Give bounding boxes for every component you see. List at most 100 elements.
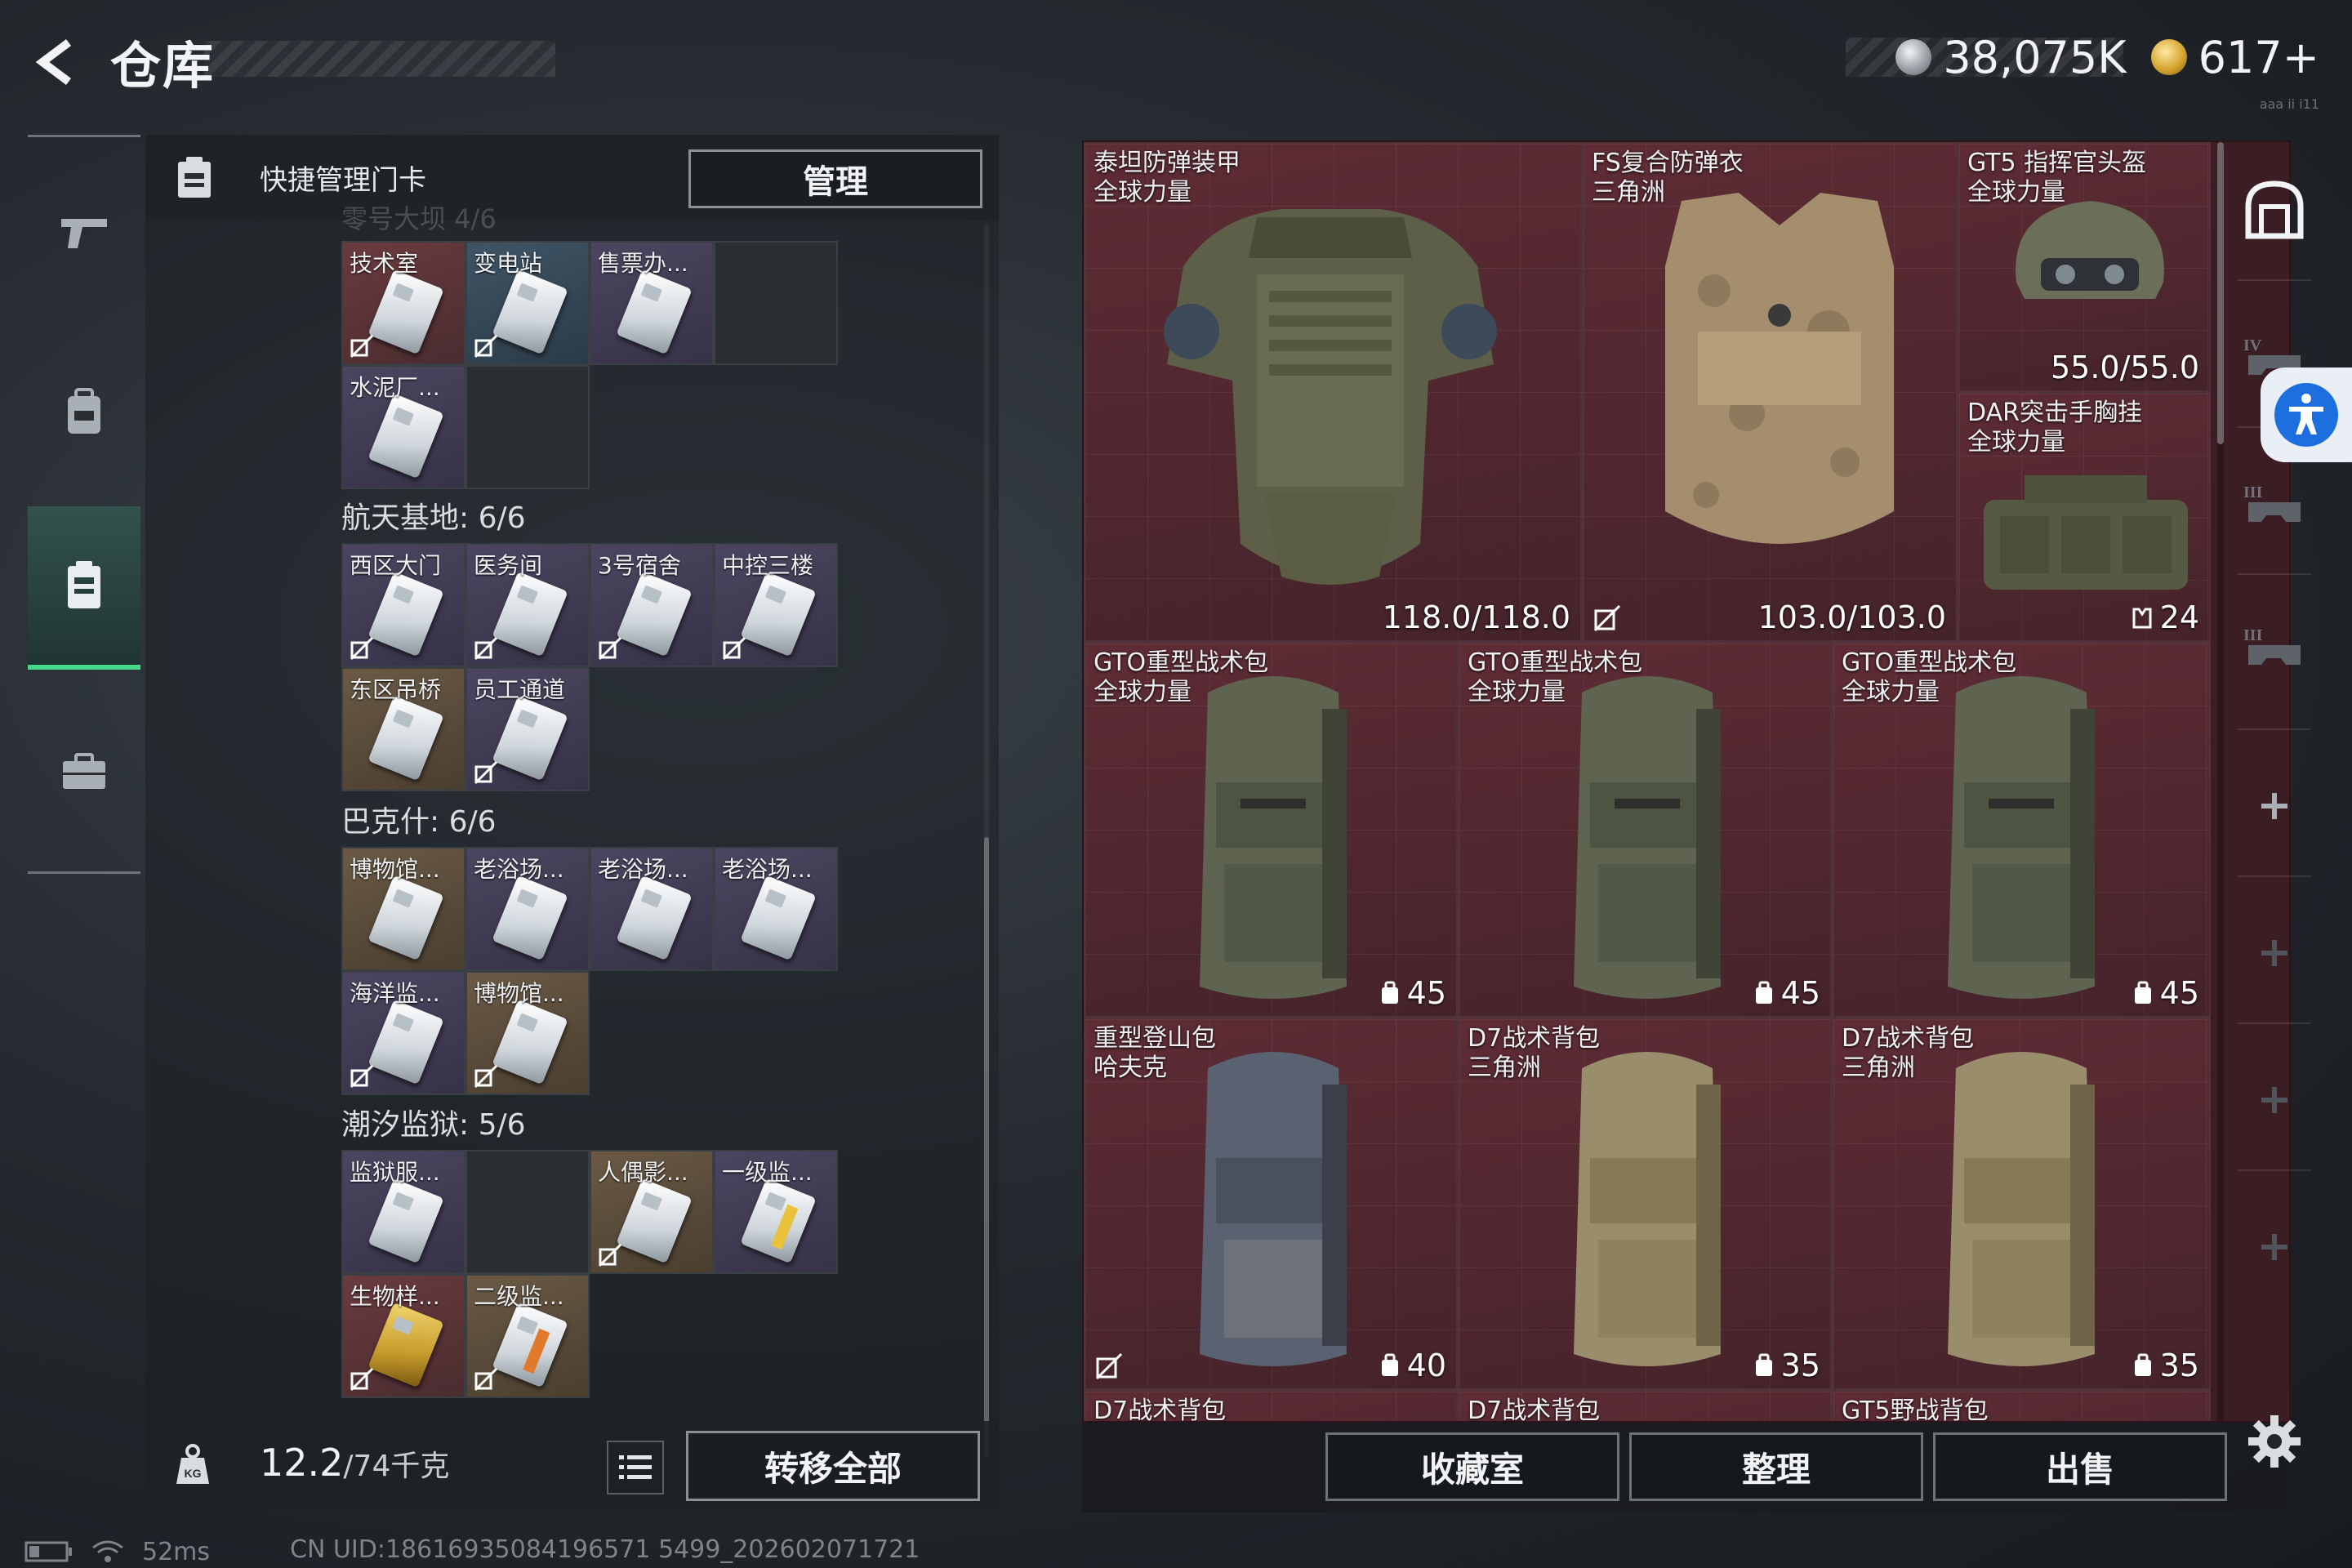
stash-item[interactable]: DAR突击手胸挂 全球力量 24 — [1958, 392, 2211, 642]
keycard-panel: 快捷管理门卡 管理 零号大坝 4/6 技术室 变电站 售票办... 水泥厂... 航天基… — [145, 135, 999, 1511]
stash-filter-helmet[interactable] — [2221, 149, 2328, 271]
keycard-slot[interactable]: 售票办... — [590, 241, 714, 365]
keycard-slot[interactable]: 老浴场... — [714, 847, 838, 971]
keycard-grid: 西区大门 医务间 3号宿舍 中控三楼东区吊桥 员工通道 — [341, 543, 838, 791]
keycard-name: 人偶影... — [598, 1159, 688, 1186]
version-mark: aaa ii i11 — [2259, 96, 2319, 112]
item-capacity: 45 — [1379, 975, 1446, 1011]
stash-item[interactable]: D7战术背包 — [1458, 1390, 1832, 1421]
manage-button[interactable]: 管理 — [688, 149, 982, 208]
keycard-image — [492, 269, 568, 355]
item-name: D7战术背包 三角洲 — [1842, 1024, 1975, 1082]
item-name: D7战术背包 — [1094, 1396, 1227, 1423]
keycard-slot[interactable]: 博物馆... — [466, 971, 590, 1095]
item-name: 重型登山包 哈夫克 — [1094, 1024, 1216, 1082]
backpack-icon — [68, 388, 100, 434]
stash-item[interactable]: D7战术背包 — [1084, 1390, 1458, 1423]
bound-icon — [350, 334, 374, 359]
item-name: 泰坦防弹装甲 全球力量 — [1094, 149, 1241, 207]
sidebar-divider — [2238, 573, 2311, 575]
keycard-slot[interactable]: 监狱服... — [341, 1150, 466, 1274]
bound-icon — [1095, 1352, 1123, 1380]
stash-item[interactable]: GTO重型战术包 全球力量 45 — [1832, 642, 2211, 1018]
add-stash-page-button[interactable] — [2221, 1039, 2328, 1161]
bound-icon — [598, 1243, 622, 1267]
keycard-name: 老浴场... — [598, 856, 688, 883]
svg-text:IV: IV — [2243, 336, 2262, 354]
stash-item[interactable]: GT5野战背包 — [1832, 1390, 2211, 1421]
keycard-slot[interactable]: 博物馆... — [341, 847, 466, 971]
collection-room-button[interactable]: 收藏室 — [1325, 1432, 1619, 1501]
bound-icon — [1593, 604, 1621, 632]
keycard-slot[interactable]: 海洋监... — [341, 971, 466, 1095]
silver-currency[interactable]: 38,075K — [1895, 32, 2127, 83]
backpack-capacity-icon — [1755, 1353, 1772, 1376]
list-view-button[interactable] — [607, 1441, 664, 1494]
keycard-slot[interactable]: 二级监... — [466, 1274, 590, 1398]
keycard-slot[interactable]: 老浴场... — [466, 847, 590, 971]
keycard-slot[interactable]: 水泥厂... — [341, 365, 466, 489]
keycard-slot[interactable]: 员工通道 — [466, 667, 590, 791]
add-stash-page-button[interactable] — [2221, 892, 2328, 1014]
organize-button[interactable]: 整理 — [1629, 1432, 1923, 1501]
keycard-slot[interactable]: 老浴场... — [590, 847, 714, 971]
stash-filter-armor-iii-2[interactable]: III — [2221, 586, 2328, 708]
stash-item[interactable]: FS复合防弹衣 三角洲 103.0/103.0 — [1582, 142, 1958, 642]
weight-icon: KG — [176, 1444, 209, 1484]
keycard-slot[interactable]: 东区吊桥 — [341, 667, 466, 791]
gold-currency[interactable]: 617+ — [2150, 32, 2319, 83]
stash-item[interactable]: D7战术背包 三角洲 35 — [1832, 1018, 2211, 1390]
keycard-slot[interactable]: 西区大门 — [341, 543, 466, 667]
item-durability: 118.0/118.0 — [1382, 599, 1570, 635]
gold-coin-icon — [2150, 39, 2187, 75]
sell-button[interactable]: 出售 — [1933, 1432, 2227, 1501]
chest-rig-image — [1984, 475, 2188, 590]
keycard-name: 医务间 — [474, 552, 543, 579]
keycard-slot[interactable]: 人偶影... — [590, 1150, 714, 1274]
keycard-slot[interactable]: 医务间 — [466, 543, 590, 667]
keycard-image — [740, 875, 817, 961]
settings-button[interactable] — [2242, 1409, 2307, 1474]
nav-divider — [28, 871, 140, 874]
nav-item-backpack[interactable] — [28, 331, 140, 494]
sidebar-divider — [2238, 728, 2311, 730]
keycard-name: 3号宿舍 — [598, 552, 681, 579]
stash-footer: 收藏室 整理 出售 — [1082, 1423, 2291, 1512]
nav-item-briefcase[interactable] — [28, 690, 140, 853]
keycard-slot[interactable]: 中控三楼 — [714, 543, 838, 667]
item-name: FS复合防弹衣 三角洲 — [1592, 149, 1744, 207]
bound-icon — [474, 636, 498, 661]
transfer-all-button[interactable]: 转移全部 — [686, 1431, 980, 1501]
backpack-image — [1948, 1052, 2095, 1366]
stash-item[interactable]: GTO重型战术包 全球力量 45 — [1458, 642, 1832, 1018]
item-name: GTO重型战术包 全球力量 — [1842, 648, 2017, 706]
keycard-image — [616, 571, 693, 657]
item-capacity: 45 — [1753, 975, 1820, 1011]
add-stash-page-button[interactable] — [2221, 1186, 2328, 1308]
stash-item[interactable]: GT5 指挥官头盔 全球力量 55.0/55.0 — [1958, 142, 2211, 392]
keycard-name: 水泥厂... — [350, 374, 440, 401]
left-nav — [28, 135, 140, 874]
keycard-slot[interactable]: 技术室 — [341, 241, 466, 365]
item-durability: 103.0/103.0 — [1757, 599, 1946, 635]
stash-item[interactable]: 泰坦防弹装甲 全球力量 118.0/118.0 — [1084, 142, 1582, 642]
stash-item[interactable]: GTO重型战术包 全球力量 45 — [1084, 642, 1458, 1018]
add-stash-page-button[interactable] — [2221, 745, 2328, 867]
keycard-slot[interactable]: 3号宿舍 — [590, 543, 714, 667]
keycard-image — [368, 269, 444, 355]
nav-item-keycard[interactable] — [28, 506, 140, 670]
item-capacity: 35 — [2132, 1348, 2199, 1383]
backpack-capacity-icon — [1381, 981, 1398, 1004]
accessibility-button[interactable] — [2261, 368, 2352, 462]
back-button[interactable] — [24, 29, 90, 95]
add-slot-icon — [2261, 793, 2287, 819]
stash-item[interactable]: D7战术背包 三角洲 35 — [1458, 1018, 1832, 1390]
stash-item[interactable]: 重型登山包 哈夫克 40 — [1084, 1018, 1458, 1390]
keycard-slot[interactable]: 一级监... — [714, 1150, 838, 1274]
keycard-slot[interactable]: 生物样... — [341, 1274, 466, 1398]
scrollbar-thumb[interactable] — [984, 837, 989, 1458]
nav-item-weapon[interactable] — [28, 151, 140, 314]
keycard-slot[interactable]: 变电站 — [466, 241, 590, 365]
keycard-image — [368, 1302, 444, 1388]
title-decoration — [204, 41, 555, 77]
